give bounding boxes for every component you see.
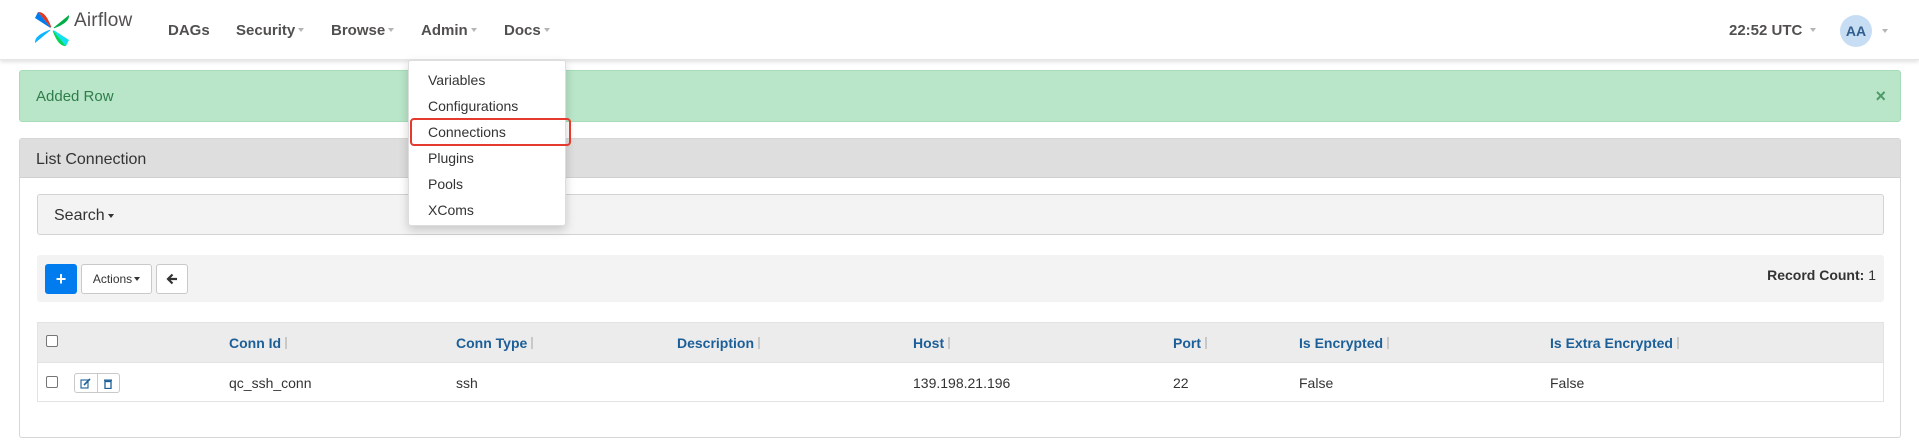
close-icon[interactable]: × xyxy=(1875,86,1886,107)
nav-dags-label: DAGs xyxy=(168,21,210,39)
table-row: qc_ssh_conn ssh 139.198.21.196 22 False … xyxy=(37,362,1884,402)
caret-down-icon xyxy=(134,277,141,281)
cell-conn-type: ssh xyxy=(456,375,478,391)
nav-dags[interactable]: DAGs xyxy=(168,0,210,60)
edit-icon xyxy=(80,377,91,389)
edit-record-button[interactable] xyxy=(75,374,97,392)
panel-header: List Connection xyxy=(20,139,1900,178)
caret-down-icon xyxy=(298,28,305,32)
actions-dropdown[interactable]: Actions xyxy=(81,264,152,294)
caret-down-icon xyxy=(470,28,477,32)
logo-text: Airflow xyxy=(74,10,133,31)
caret-down-icon xyxy=(107,213,114,218)
nav-admin[interactable]: Admin xyxy=(421,0,477,60)
column-header-port[interactable]: Port xyxy=(1173,335,1208,351)
cell-host: 139.198.21.196 xyxy=(913,375,1011,391)
panel-title: List Connection xyxy=(36,151,147,168)
cell-port: 22 xyxy=(1173,375,1189,391)
column-header-is-encrypted[interactable]: Is Encrypted xyxy=(1299,335,1390,351)
row-action-buttons xyxy=(74,373,120,393)
timezone-selector[interactable]: 22:52 UTC xyxy=(1729,0,1817,60)
column-header-host[interactable]: Host xyxy=(913,335,951,351)
top-navbar: Airflow DAGs Security Browse Admin Docs … xyxy=(0,0,1919,60)
connections-table: Conn Id Conn Type Description Host Port … xyxy=(37,322,1884,402)
nav-admin-label: Admin xyxy=(421,21,468,39)
menu-item-xcoms[interactable]: XComs xyxy=(409,197,565,223)
nav-security-label: Security xyxy=(236,21,296,39)
trash-icon xyxy=(104,379,113,389)
record-count: Record Count: 1 xyxy=(1767,267,1876,283)
arrow-left-icon xyxy=(166,273,177,285)
sort-icon xyxy=(1387,337,1390,349)
column-header-description[interactable]: Description xyxy=(677,335,761,351)
menu-item-configurations[interactable]: Configurations xyxy=(409,93,565,119)
cell-conn-id: qc_ssh_conn xyxy=(229,375,312,391)
pinwheel-icon xyxy=(34,11,70,47)
sort-icon xyxy=(285,337,288,349)
actions-label: Actions xyxy=(92,272,133,286)
nav-docs-label: Docs xyxy=(504,21,541,39)
table-header-row: Conn Id Conn Type Description Host Port … xyxy=(37,322,1884,362)
cell-is-extra-encrypted: False xyxy=(1550,375,1585,391)
sort-icon xyxy=(1676,337,1680,349)
row-checkbox[interactable] xyxy=(46,376,58,388)
nav-docs[interactable]: Docs xyxy=(504,0,550,60)
nav-browse-label: Browse xyxy=(331,21,386,39)
add-record-button[interactable]: + xyxy=(45,264,77,294)
back-button[interactable] xyxy=(156,264,188,294)
sort-icon xyxy=(948,337,951,349)
connections-highlight-box xyxy=(410,118,571,146)
list-connection-panel: List Connection Search + Actions Record … xyxy=(19,138,1901,438)
record-count-value: 1 xyxy=(1868,267,1876,283)
current-time: 22:52 UTC xyxy=(1729,21,1803,39)
sort-icon xyxy=(758,337,761,349)
sort-icon xyxy=(531,337,534,349)
column-header-conn-type[interactable]: Conn Type xyxy=(456,335,534,351)
nav-security[interactable]: Security xyxy=(236,0,305,60)
search-toggle[interactable]: Search xyxy=(37,194,1884,235)
sort-icon xyxy=(1205,337,1208,349)
alert-message: Added Row xyxy=(36,88,114,105)
list-toolbar: + Actions Record Count: 1 xyxy=(37,255,1884,302)
success-alert: Added Row × xyxy=(19,70,1901,122)
plus-icon: + xyxy=(55,268,67,289)
record-count-label: Record Count: xyxy=(1767,267,1865,283)
column-header-is-extra-encrypted[interactable]: Is Extra Encrypted xyxy=(1550,335,1680,351)
caret-down-icon xyxy=(388,28,395,32)
select-all-checkbox[interactable] xyxy=(46,335,58,347)
user-menu-caret-icon[interactable] xyxy=(1882,29,1888,33)
caret-down-icon xyxy=(543,28,550,32)
menu-item-plugins[interactable]: Plugins xyxy=(409,145,565,171)
user-initials: AA xyxy=(1845,23,1867,39)
column-header-conn-id[interactable]: Conn Id xyxy=(229,335,288,351)
user-avatar[interactable]: AA xyxy=(1840,15,1872,47)
cell-is-encrypted: False xyxy=(1299,375,1334,391)
airflow-logo[interactable]: Airflow xyxy=(32,9,132,49)
search-label: Search xyxy=(54,207,114,225)
caret-down-icon xyxy=(1810,28,1817,32)
nav-browse[interactable]: Browse xyxy=(331,0,395,60)
menu-item-variables[interactable]: Variables xyxy=(409,67,565,93)
delete-record-button[interactable] xyxy=(96,374,120,392)
menu-item-pools[interactable]: Pools xyxy=(409,171,565,197)
